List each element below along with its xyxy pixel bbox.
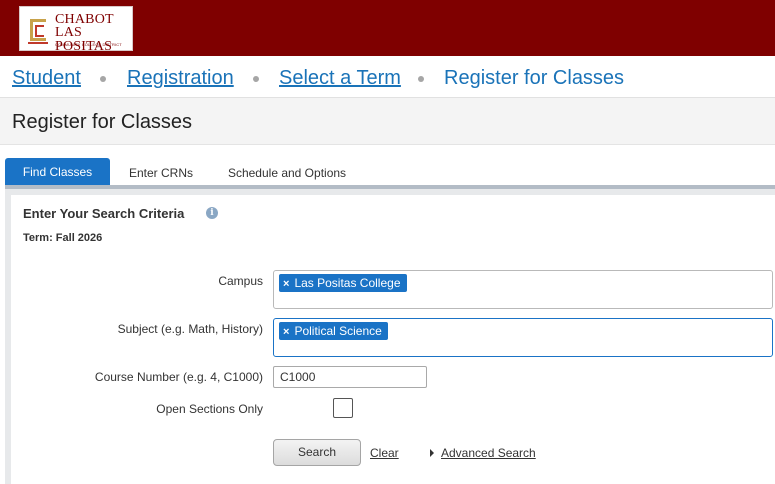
campus-field[interactable]: × Las Positas College [273, 270, 773, 309]
advanced-search-link[interactable]: Advanced Search [441, 446, 536, 460]
breadcrumb-select-term[interactable]: Select a Term [279, 66, 401, 90]
course-number-input[interactable] [273, 366, 427, 388]
search-button[interactable]: Search [273, 439, 361, 466]
tab-schedule-options[interactable]: Schedule and Options [220, 159, 354, 185]
header-bar: CHABOT LAS POSITAS COMMUNITY COLLEGE DIS… [0, 0, 775, 56]
logo-text-line2: LAS POSITAS [55, 25, 113, 54]
term-label: Term: Fall 2026 [23, 232, 103, 244]
subject-field[interactable]: × Political Science [273, 318, 773, 357]
campus-label: Campus [218, 274, 263, 288]
course-number-label: Course Number (e.g. 4, C1000) [94, 370, 263, 384]
breadcrumb-student[interactable]: Student [12, 66, 81, 90]
subject-chip[interactable]: × Political Science [279, 322, 388, 340]
breadcrumb-separator [100, 76, 106, 82]
breadcrumb-register-classes: Register for Classes [444, 67, 625, 89]
open-sections-label: Open Sections Only [156, 402, 263, 416]
subject-label: Subject (e.g. Math, History) [117, 322, 263, 336]
page-title: Register for Classes [12, 111, 193, 133]
breadcrumb-separator [253, 76, 259, 82]
campus-chip-label: Las Positas College [294, 276, 401, 290]
subject-chip-label: Political Science [294, 324, 382, 338]
tab-find-classes[interactable]: Find Classes [5, 158, 110, 186]
search-criteria-heading: Enter Your Search Criteria [23, 206, 185, 221]
breadcrumb-separator [418, 76, 424, 82]
close-icon[interactable]: × [283, 326, 289, 338]
caret-right-icon [430, 449, 434, 457]
college-logo[interactable]: CHABOT LAS POSITAS COMMUNITY COLLEGE DIS… [19, 6, 133, 54]
logo-text-line3: COMMUNITY COLLEGE DISTRICT [55, 42, 122, 47]
close-icon[interactable]: × [283, 278, 289, 290]
college-logo-icon [26, 15, 50, 45]
open-sections-checkbox[interactable] [333, 398, 353, 418]
info-icon[interactable]: i [206, 207, 218, 219]
breadcrumb-registration[interactable]: Registration [127, 66, 234, 90]
title-bar: Register for Classes [0, 98, 775, 145]
tab-enter-crns[interactable]: Enter CRNs [118, 159, 204, 185]
clear-link[interactable]: Clear [370, 446, 399, 460]
campus-chip[interactable]: × Las Positas College [279, 274, 407, 292]
